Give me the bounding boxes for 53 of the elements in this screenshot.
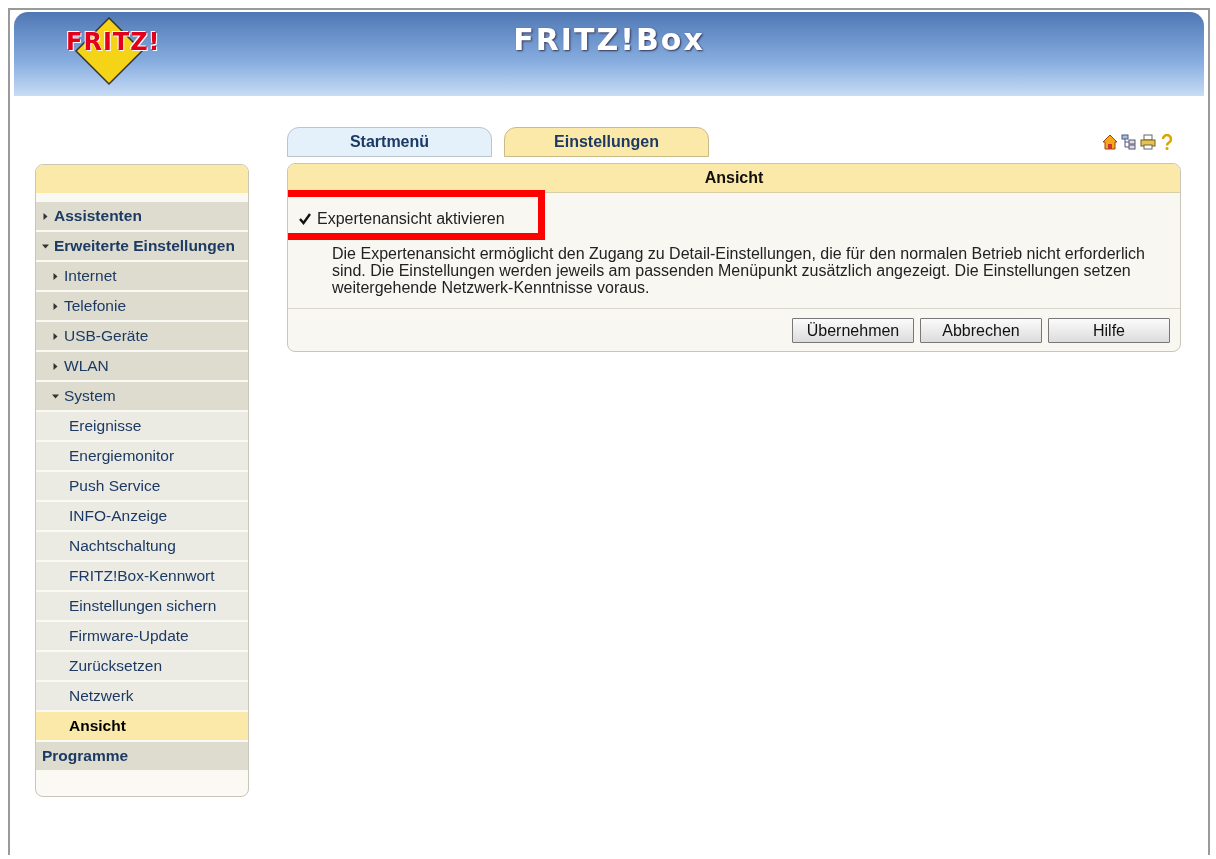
sidebar-item[interactable]: Telefonie	[36, 292, 248, 320]
sidebar-item[interactable]: Ansicht	[36, 712, 248, 740]
sidebar-item[interactable]: Netzwerk	[36, 682, 248, 710]
tree-icon[interactable]	[1121, 134, 1137, 150]
item-label: Push Service	[69, 477, 161, 495]
tab[interactable]: Startmenü	[287, 127, 492, 157]
sidebar-item[interactable]: INFO-Anzeige	[36, 502, 248, 530]
action-button[interactable]: Hilfe	[1048, 318, 1170, 343]
item-label: Telefonie	[64, 297, 127, 315]
item-label: Energiemonitor	[69, 447, 175, 465]
action-button[interactable]: Übernehmen	[792, 318, 914, 343]
item-label: Programme	[42, 747, 129, 765]
sidebar-item[interactable]: Ereignisse	[36, 412, 248, 440]
help-icon[interactable]	[1159, 134, 1175, 150]
sidebar-item[interactable]: Nachtschaltung	[36, 532, 248, 560]
item-label: Internet	[64, 267, 117, 285]
item-label: FRITZ!Box-Kennwort	[69, 567, 215, 585]
sidebar-item[interactable]: Erweiterte Einstellungen	[36, 232, 248, 260]
item-label: System	[64, 387, 116, 405]
item-label: WLAN	[64, 357, 109, 375]
item-label: Assistenten	[54, 207, 142, 225]
item-label: Einstellungen sichern	[69, 597, 217, 615]
tab[interactable]: Einstellungen	[504, 127, 709, 157]
description-text: Die Expertenansicht ermöglicht den Zugang zu Detail-Einstellungen, die für den normalen Betrieb nicht erforderlich sind. Die Einstellungen werden jeweils am passenden Menüpunkt zusätzlich angezeigt. Die Einstellungen setzen weitergehende Netzwerk-Kenntnisse voraus.	[331, 245, 1146, 296]
item-label: Zurücksetzen	[69, 657, 163, 675]
checkbox-label: Expertenansicht aktivieren	[317, 210, 505, 228]
sidebar-item[interactable]: FRITZ!Box-Kennwort	[36, 562, 248, 590]
sidebar-item[interactable]: Internet	[36, 262, 248, 290]
sidebar-item[interactable]: Einstellungen sichern	[36, 592, 248, 620]
page-title: FRITZ!Box	[513, 22, 705, 57]
sidebar-item[interactable]: Zurücksetzen	[36, 652, 248, 680]
sidebar-item[interactable]: System	[36, 382, 248, 410]
item-label: Ansicht	[69, 717, 126, 735]
checkbox[interactable]	[298, 212, 312, 226]
sidebar-item[interactable]: Assistenten	[36, 202, 248, 230]
action-button[interactable]: Abbrechen	[920, 318, 1042, 343]
sidebar-item[interactable]: USB-Geräte	[36, 322, 248, 350]
item-label: Netzwerk	[69, 687, 134, 705]
item-label: INFO-Anzeige	[69, 507, 168, 525]
sidebar-item[interactable]: Energiemonitor	[36, 442, 248, 470]
sidebar-item[interactable]: WLAN	[36, 352, 248, 380]
sidebar-item[interactable]: Firmware-Update	[36, 622, 248, 650]
printer-icon[interactable]	[1140, 134, 1156, 150]
sidebar-item[interactable]: Push Service	[36, 472, 248, 500]
item-label: USB-Geräte	[64, 327, 149, 345]
home-icon[interactable]	[1102, 134, 1118, 150]
sidebar-item[interactable]: Programme	[36, 742, 248, 770]
item-label: Nachtschaltung	[69, 537, 176, 555]
check-icon	[298, 212, 312, 226]
item-label: Firmware-Update	[69, 627, 189, 645]
panel-title: Ansicht	[288, 164, 1180, 193]
item-label: Ereignisse	[69, 417, 142, 435]
item-label: Erweiterte Einstellungen	[54, 237, 235, 255]
